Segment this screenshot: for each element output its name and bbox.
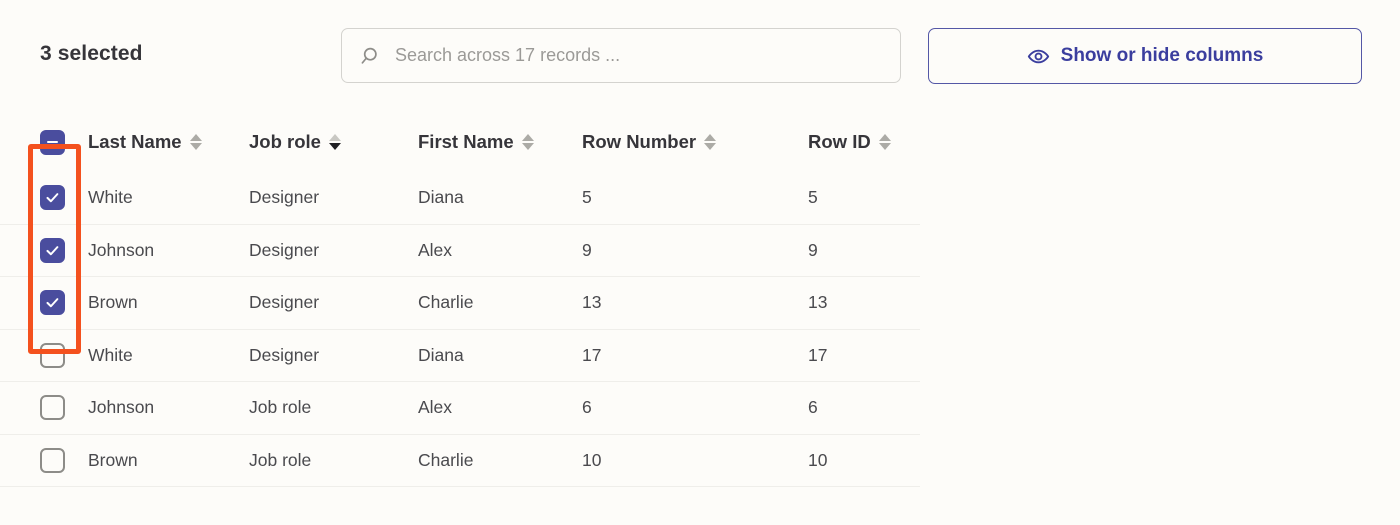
table-row[interactable]: BrownJob roleCharlie1010 xyxy=(0,435,920,488)
cell-row-id: 17 xyxy=(808,345,920,366)
row-select-checkbox[interactable] xyxy=(40,448,65,473)
show-or-hide-columns-label: Show or hide columns xyxy=(1061,45,1264,67)
cell-job-role: Designer xyxy=(249,240,418,261)
cell-first-name: Charlie xyxy=(418,450,582,471)
column-header-first-name[interactable]: First Name xyxy=(418,131,582,153)
row-select-checkbox[interactable] xyxy=(40,290,65,315)
select-all-checkbox[interactable] xyxy=(40,130,65,155)
row-select-checkbox[interactable] xyxy=(40,343,65,368)
cell-job-role: Designer xyxy=(249,187,418,208)
row-select-cell xyxy=(0,448,88,473)
cell-job-role: Designer xyxy=(249,345,418,366)
selected-count-label: 3 selected xyxy=(40,42,143,66)
row-select-checkbox[interactable] xyxy=(40,238,65,263)
cell-last-name: Johnson xyxy=(88,240,249,261)
sort-toggle-row-id-icon[interactable] xyxy=(879,134,891,151)
column-header-row-id-label: Row ID xyxy=(808,131,871,153)
column-header-first-name-label: First Name xyxy=(418,131,514,153)
cell-row-number: 17 xyxy=(582,345,808,366)
cell-row-id: 13 xyxy=(808,292,920,313)
cell-first-name: Alex xyxy=(418,240,582,261)
cell-row-id: 9 xyxy=(808,240,920,261)
cell-row-id: 10 xyxy=(808,450,920,471)
table-row[interactable]: WhiteDesignerDiana55 xyxy=(0,172,920,225)
column-header-row-number[interactable]: Row Number xyxy=(582,131,808,153)
row-select-checkbox[interactable] xyxy=(40,395,65,420)
cell-row-number: 10 xyxy=(582,450,808,471)
cell-row-number: 13 xyxy=(582,292,808,313)
cell-job-role: Designer xyxy=(249,292,418,313)
cell-first-name: Charlie xyxy=(418,292,582,313)
search-input[interactable] xyxy=(393,40,867,72)
cell-row-number: 9 xyxy=(582,240,808,261)
cell-first-name: Alex xyxy=(418,397,582,418)
column-header-last-name-label: Last Name xyxy=(88,131,182,153)
row-select-cell xyxy=(0,238,88,263)
table-row[interactable]: JohnsonJob roleAlex66 xyxy=(0,382,920,435)
cell-row-id: 5 xyxy=(808,187,920,208)
cell-row-id: 6 xyxy=(808,397,920,418)
sort-toggle-job-role-icon[interactable] xyxy=(329,134,341,151)
row-select-cell xyxy=(0,290,88,315)
cell-job-role: Job role xyxy=(249,397,418,418)
records-table: Last Name Job role First Name xyxy=(0,112,920,487)
eye-icon xyxy=(1027,45,1050,68)
cell-row-number: 6 xyxy=(582,397,808,418)
row-select-cell xyxy=(0,395,88,420)
table-row[interactable]: BrownDesignerCharlie1313 xyxy=(0,277,920,330)
show-or-hide-columns-button[interactable]: Show or hide columns xyxy=(928,28,1362,84)
cell-first-name: Diana xyxy=(418,345,582,366)
table-row[interactable]: JohnsonDesignerAlex99 xyxy=(0,225,920,278)
table-toolbar: 3 selected Show or hide columns xyxy=(0,0,1400,112)
select-all-cell xyxy=(0,130,88,155)
sort-toggle-first-name-icon[interactable] xyxy=(522,134,534,151)
sort-toggle-row-number-icon[interactable] xyxy=(704,134,716,151)
cell-job-role: Job role xyxy=(249,450,418,471)
column-header-job-role-label: Job role xyxy=(249,131,321,153)
cell-last-name: White xyxy=(88,187,249,208)
cell-row-number: 5 xyxy=(582,187,808,208)
indeterminate-dash-icon xyxy=(47,141,58,144)
table-header-row: Last Name Job role First Name xyxy=(0,112,920,172)
row-select-cell xyxy=(0,343,88,368)
column-header-job-role[interactable]: Job role xyxy=(249,131,418,153)
cell-last-name: Brown xyxy=(88,292,249,313)
row-select-cell xyxy=(0,185,88,210)
table-row[interactable]: WhiteDesignerDiana1717 xyxy=(0,330,920,383)
column-header-row-number-label: Row Number xyxy=(582,131,696,153)
column-header-last-name[interactable]: Last Name xyxy=(88,131,249,153)
column-header-row-id[interactable]: Row ID xyxy=(808,131,920,153)
search-icon xyxy=(342,46,379,66)
table-body: WhiteDesignerDiana55JohnsonDesignerAlex9… xyxy=(0,172,920,487)
sort-toggle-last-name-icon[interactable] xyxy=(190,134,202,151)
row-select-checkbox[interactable] xyxy=(40,185,65,210)
cell-last-name: Brown xyxy=(88,450,249,471)
search-field[interactable] xyxy=(341,28,901,83)
cell-first-name: Diana xyxy=(418,187,582,208)
cell-last-name: White xyxy=(88,345,249,366)
cell-last-name: Johnson xyxy=(88,397,249,418)
